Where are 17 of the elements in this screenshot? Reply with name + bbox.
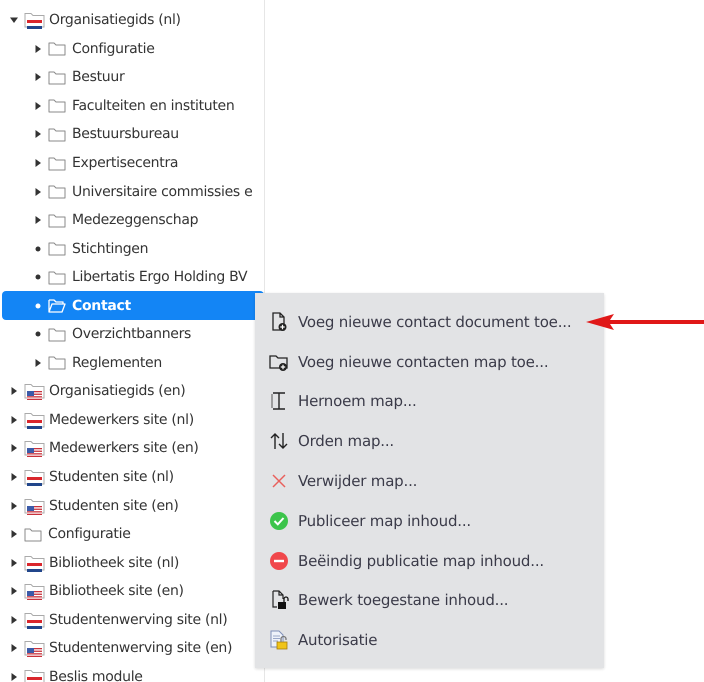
arrow-icon <box>584 311 704 333</box>
tree-item[interactable]: Expertisecentra <box>2 148 264 178</box>
tree-item[interactable]: Bestuursbureau <box>2 120 264 149</box>
tree-item[interactable]: Libertatis Ergo Holding BV <box>2 262 264 292</box>
tree-item[interactable]: Configuratie <box>2 34 264 64</box>
tree-item[interactable]: Contact <box>2 291 264 320</box>
check-circle-icon <box>269 510 289 531</box>
tree-item[interactable]: Faculteiten en instituten <box>2 92 264 120</box>
minus-circle-icon <box>269 550 289 571</box>
document-lock-icon <box>269 630 289 650</box>
tree-item[interactable]: Medezeggenschap <box>2 206 264 234</box>
tree-item[interactable]: Stichtingen <box>2 234 264 263</box>
tree-item[interactable]: Universitaire commissies e <box>2 177 264 206</box>
tree-item[interactable]: Bestuur <box>2 63 264 92</box>
sort-icon <box>269 431 289 452</box>
tree-item[interactable]: Beslis module <box>2 662 264 682</box>
tree-item[interactable]: Organisatiegids (nl) <box>2 6 264 35</box>
